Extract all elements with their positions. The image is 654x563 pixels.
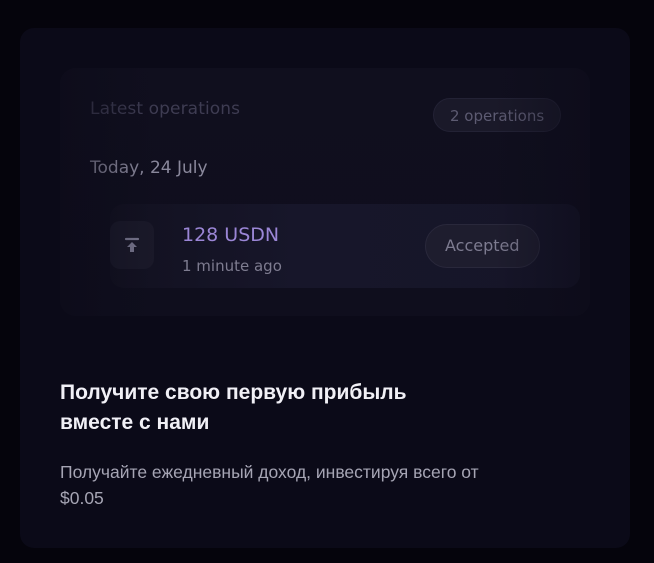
operation-amount: 128 USDN — [182, 224, 280, 246]
operations-preview: Latest operations 2 operations Today, 24… — [60, 68, 590, 316]
operation-time: 1 minute ago — [182, 257, 282, 275]
latest-operations-title: Latest operations — [90, 99, 241, 119]
operations-count-badge: 2 operations — [433, 98, 562, 132]
upload-icon — [110, 221, 154, 269]
promo-card: Latest operations 2 operations Today, 24… — [20, 28, 630, 548]
operation-row: 128 USDN 1 minute ago Accepted — [110, 204, 580, 288]
date-group-label: Today, 24 July — [90, 158, 208, 178]
promo-title: Получите свою первую прибыль вместе с на… — [60, 381, 407, 434]
promo-description: Получайте ежедневный доход, инвестируя в… — [60, 462, 479, 508]
status-badge: Accepted — [425, 224, 540, 268]
